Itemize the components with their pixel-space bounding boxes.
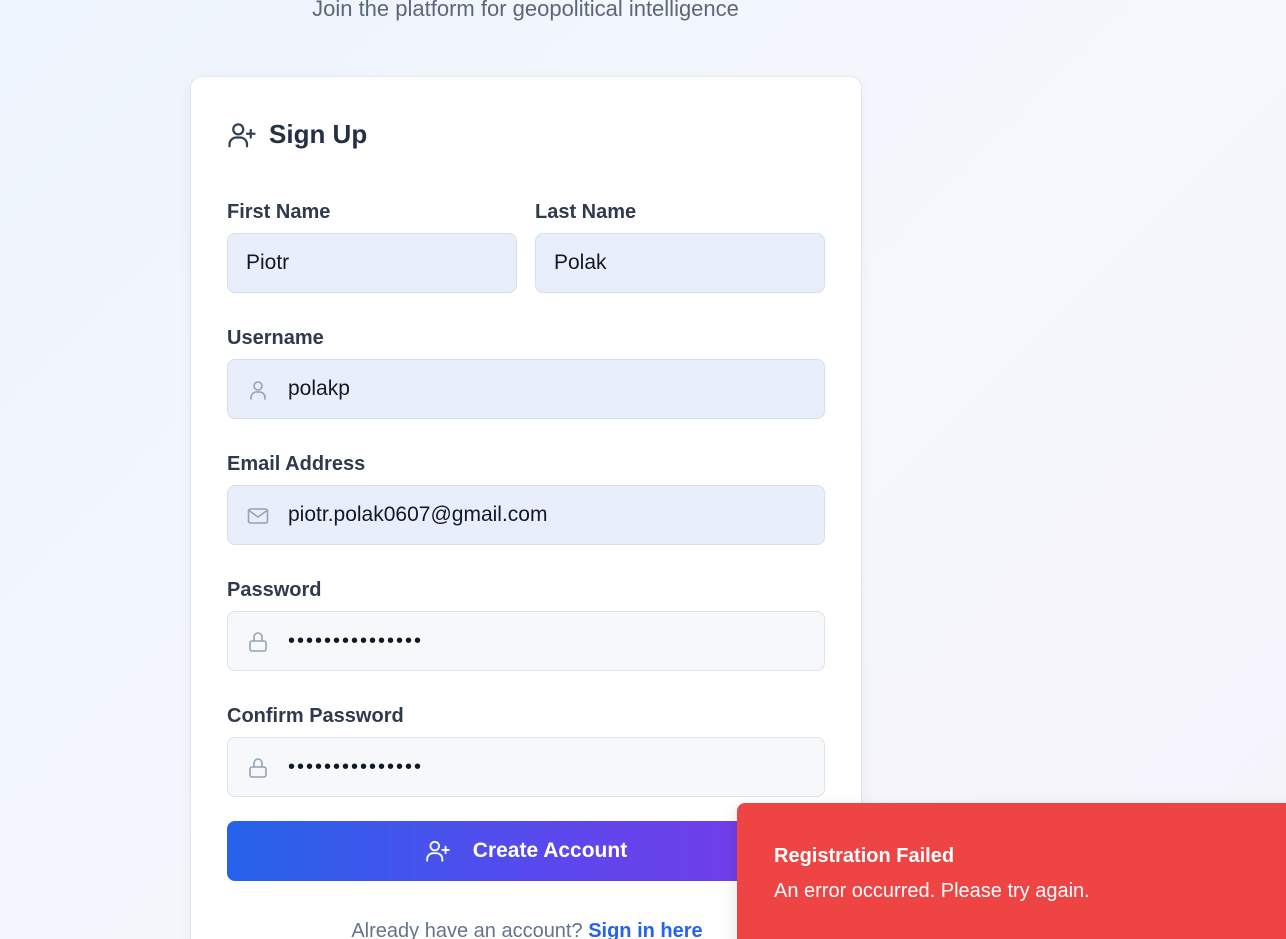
last-name-field — [535, 233, 825, 293]
first-name-label: First Name — [227, 201, 331, 223]
page-subtitle: Join the platform for geopolitical intel… — [312, 0, 739, 21]
user-plus-icon — [228, 122, 256, 147]
email-field — [227, 485, 825, 545]
password-field — [227, 611, 825, 671]
password-input[interactable] — [228, 612, 824, 670]
password-label: Password — [227, 579, 322, 601]
toast-title: Registration Failed — [774, 845, 955, 867]
create-account-button[interactable]: Create Account — [227, 821, 825, 881]
user-plus-icon — [426, 840, 450, 862]
user-icon — [250, 381, 266, 400]
signin-link[interactable]: Sign in here — [588, 920, 702, 939]
first-name-input[interactable] — [228, 234, 516, 292]
last-name-label: Last Name — [535, 201, 637, 223]
create-account-label: Create Account — [472, 839, 628, 862]
username-label: Username — [227, 327, 324, 349]
card-header: Sign Up — [227, 119, 367, 150]
confirm-password-field — [227, 737, 825, 797]
first-name-field — [227, 233, 517, 293]
email-input[interactable] — [228, 486, 824, 544]
last-name-input[interactable] — [536, 234, 824, 292]
confirm-password-label: Confirm Password — [227, 705, 404, 727]
username-input[interactable] — [228, 360, 824, 418]
username-field — [227, 359, 825, 419]
card-title: Sign Up — [269, 119, 368, 149]
email-label: Email Address — [227, 453, 366, 475]
error-toast: Registration Failed An error occurred. P… — [737, 803, 1286, 939]
confirm-password-input[interactable] — [228, 738, 824, 796]
signin-prompt-text: Already have an account? — [351, 920, 583, 939]
mail-icon — [247, 508, 269, 524]
toast-message: An error occurred. Please try again. — [774, 880, 1090, 902]
lock-icon — [249, 758, 267, 778]
lock-icon — [249, 632, 267, 652]
